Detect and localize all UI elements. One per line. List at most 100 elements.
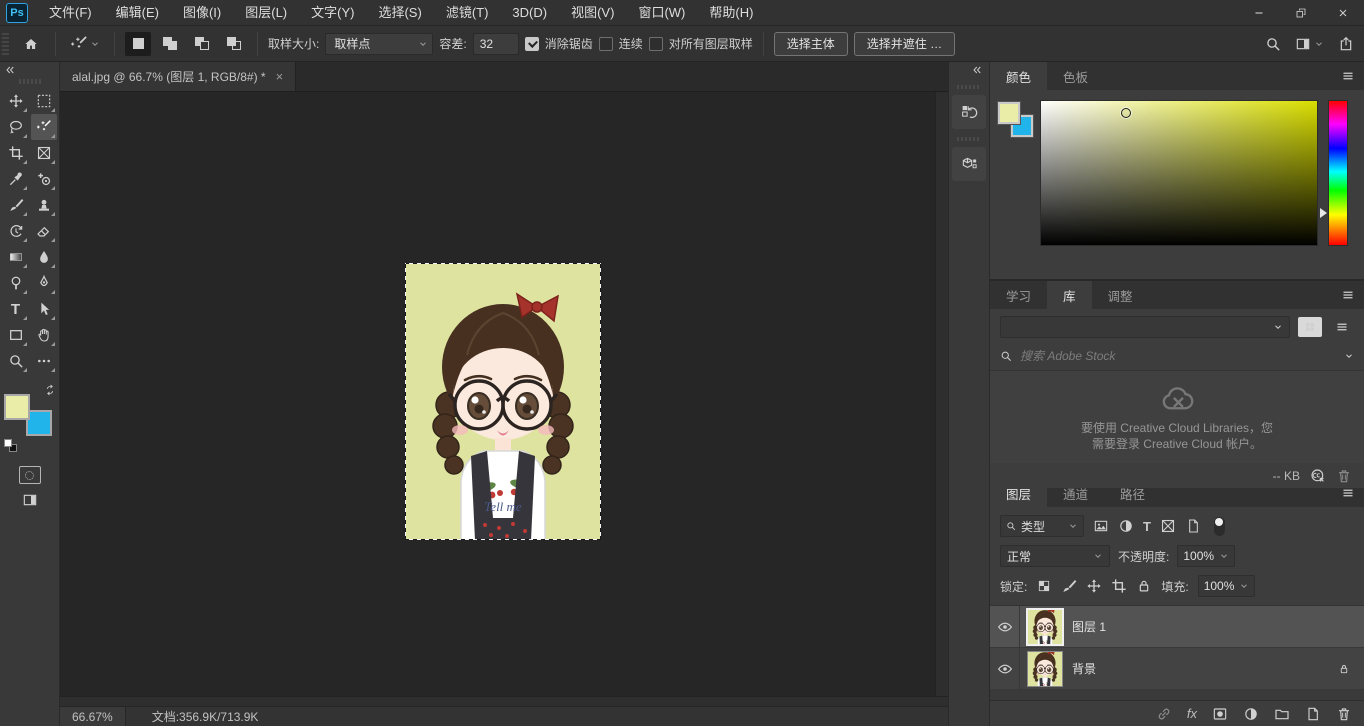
filter-toggle[interactable] — [1214, 517, 1225, 536]
layer-visibility-toggle[interactable] — [990, 606, 1020, 647]
quick-mask-button[interactable] — [19, 466, 41, 484]
color-picker-marker[interactable] — [1121, 108, 1131, 118]
opacity-select[interactable]: 100% — [1177, 545, 1235, 567]
contiguous-checkbox-group[interactable]: 连续 — [599, 35, 643, 52]
fill-select[interactable]: 100% — [1198, 575, 1256, 597]
menu-3d[interactable]: 3D(D) — [501, 0, 558, 26]
add-to-selection-mode-button[interactable] — [157, 32, 183, 56]
layer-row-layer-1[interactable]: 图层 1 — [990, 606, 1364, 648]
filter-pixel-layers-button[interactable] — [1093, 518, 1109, 534]
marquee-tool[interactable] — [31, 88, 57, 114]
new-layer-icon[interactable] — [1305, 706, 1321, 722]
move-tool[interactable] — [3, 88, 29, 114]
tools-grip[interactable] — [19, 79, 41, 84]
workspace-switcher[interactable] — [1295, 36, 1324, 52]
library-select[interactable] — [1000, 316, 1290, 338]
gradient-tool[interactable] — [3, 244, 29, 270]
eraser-tool[interactable] — [31, 218, 57, 244]
menu-view[interactable]: 视图(V) — [560, 0, 625, 26]
delete-layer-trash-icon[interactable] — [1336, 706, 1352, 722]
foreground-color-swatch[interactable] — [4, 394, 30, 420]
vertical-scrollbar[interactable] — [935, 92, 948, 696]
type-tool[interactable]: T — [3, 296, 29, 322]
close-button[interactable] — [1322, 0, 1364, 25]
document-tab[interactable]: alal.jpg @ 66.7% (图层 1, RGB/8#) * × — [60, 62, 296, 91]
tab-swatches[interactable]: 色板 — [1047, 62, 1104, 90]
minimize-button[interactable] — [1238, 0, 1280, 25]
search-icon[interactable] — [1265, 36, 1281, 52]
new-group-folder-icon[interactable] — [1274, 706, 1290, 722]
layer-name[interactable]: 背景 — [1072, 660, 1338, 677]
path-selection-tool[interactable] — [31, 296, 57, 322]
adobe-stock-search[interactable]: 搜索 Adobe Stock — [990, 343, 1364, 371]
home-button[interactable] — [17, 31, 45, 57]
default-colors-icon[interactable] — [4, 439, 17, 452]
options-bar-grip[interactable] — [2, 33, 9, 55]
swap-colors-icon[interactable] — [44, 384, 56, 396]
filter-shape-layers-button[interactable] — [1160, 518, 1176, 534]
hue-slider[interactable] — [1328, 100, 1348, 246]
layer-row-background[interactable]: 背景 — [990, 648, 1364, 690]
layer-visibility-toggle[interactable] — [990, 648, 1020, 689]
layer-thumbnail[interactable] — [1028, 610, 1062, 644]
lock-artboard-button[interactable] — [1111, 578, 1127, 594]
select-and-mask-button[interactable]: 选择并遮住 … — [854, 32, 955, 56]
eyedropper-tool[interactable] — [3, 166, 29, 192]
sample-all-layers-checkbox-group[interactable]: 对所有图层取样 — [649, 35, 753, 52]
canvas-pasteboard[interactable] — [60, 92, 948, 696]
new-adjustment-layer-icon[interactable] — [1243, 706, 1259, 722]
zoom-tool[interactable] — [3, 348, 29, 374]
filter-smart-objects-button[interactable] — [1185, 518, 1201, 534]
frame-tool[interactable] — [31, 140, 57, 166]
layer-name[interactable]: 图层 1 — [1072, 618, 1364, 635]
menu-window[interactable]: 窗口(W) — [627, 0, 696, 26]
anti-alias-checkbox-group[interactable]: 消除锯齿 — [525, 35, 593, 52]
status-zoom-level[interactable]: 66.67% — [60, 707, 126, 726]
cc-sync-icon[interactable] — [1310, 468, 1326, 484]
new-selection-mode-button[interactable] — [125, 32, 151, 56]
tab-adjustments[interactable]: 调整 — [1092, 281, 1149, 309]
edit-toolbar-button[interactable] — [31, 348, 57, 374]
tool-preset-picker[interactable] — [66, 33, 104, 55]
brush-tool[interactable] — [3, 192, 29, 218]
dodge-tool[interactable] — [3, 270, 29, 296]
clone-stamp-tool[interactable] — [31, 192, 57, 218]
menu-file[interactable]: 文件(F) — [38, 0, 103, 26]
restore-button[interactable] — [1280, 0, 1322, 25]
lock-transparent-pixels-button[interactable] — [1036, 578, 1052, 594]
subtract-from-selection-mode-button[interactable] — [189, 32, 215, 56]
magic-wand-tool[interactable] — [31, 114, 57, 140]
menu-layer[interactable]: 图层(L) — [234, 0, 298, 26]
menu-edit[interactable]: 编辑(E) — [105, 0, 170, 26]
status-expand-icon[interactable] — [284, 712, 304, 722]
history-panel-button[interactable] — [952, 95, 986, 129]
grid-view-button[interactable] — [1298, 317, 1322, 337]
menu-type[interactable]: 文字(Y) — [300, 0, 365, 26]
spot-healing-tool[interactable] — [31, 166, 57, 192]
share-icon[interactable] — [1338, 36, 1354, 52]
horizontal-scrollbar[interactable] — [60, 696, 948, 706]
lasso-tool[interactable] — [3, 114, 29, 140]
hue-slider-arrow[interactable] — [1320, 208, 1327, 218]
blend-mode-select[interactable]: 正常 — [1000, 545, 1110, 567]
crop-tool[interactable] — [3, 140, 29, 166]
menu-filter[interactable]: 滤镜(T) — [435, 0, 500, 26]
panel-menu-button[interactable] — [1342, 62, 1364, 90]
filter-adjustment-layers-button[interactable] — [1118, 518, 1134, 534]
foreground-color-swatch[interactable] — [998, 102, 1020, 124]
contiguous-checkbox[interactable] — [599, 37, 613, 51]
filter-type-select[interactable]: 类型 — [1000, 515, 1084, 537]
history-brush-tool[interactable] — [3, 218, 29, 244]
saturation-brightness-field[interactable] — [1040, 100, 1318, 246]
tab-close-icon[interactable]: × — [276, 69, 284, 84]
layer-thumbnail[interactable] — [1028, 652, 1062, 686]
canvas-image[interactable] — [405, 263, 601, 540]
menu-image[interactable]: 图像(I) — [172, 0, 232, 26]
sample-size-select[interactable]: 取样点 — [325, 33, 433, 55]
dock-collapse-button[interactable] — [949, 62, 989, 77]
menu-select[interactable]: 选择(S) — [367, 0, 432, 26]
screen-mode-icon[interactable] — [22, 492, 38, 508]
tab-libraries[interactable]: 库 — [1047, 281, 1092, 309]
tolerance-input[interactable] — [473, 33, 519, 55]
lock-all-button[interactable] — [1136, 578, 1152, 594]
